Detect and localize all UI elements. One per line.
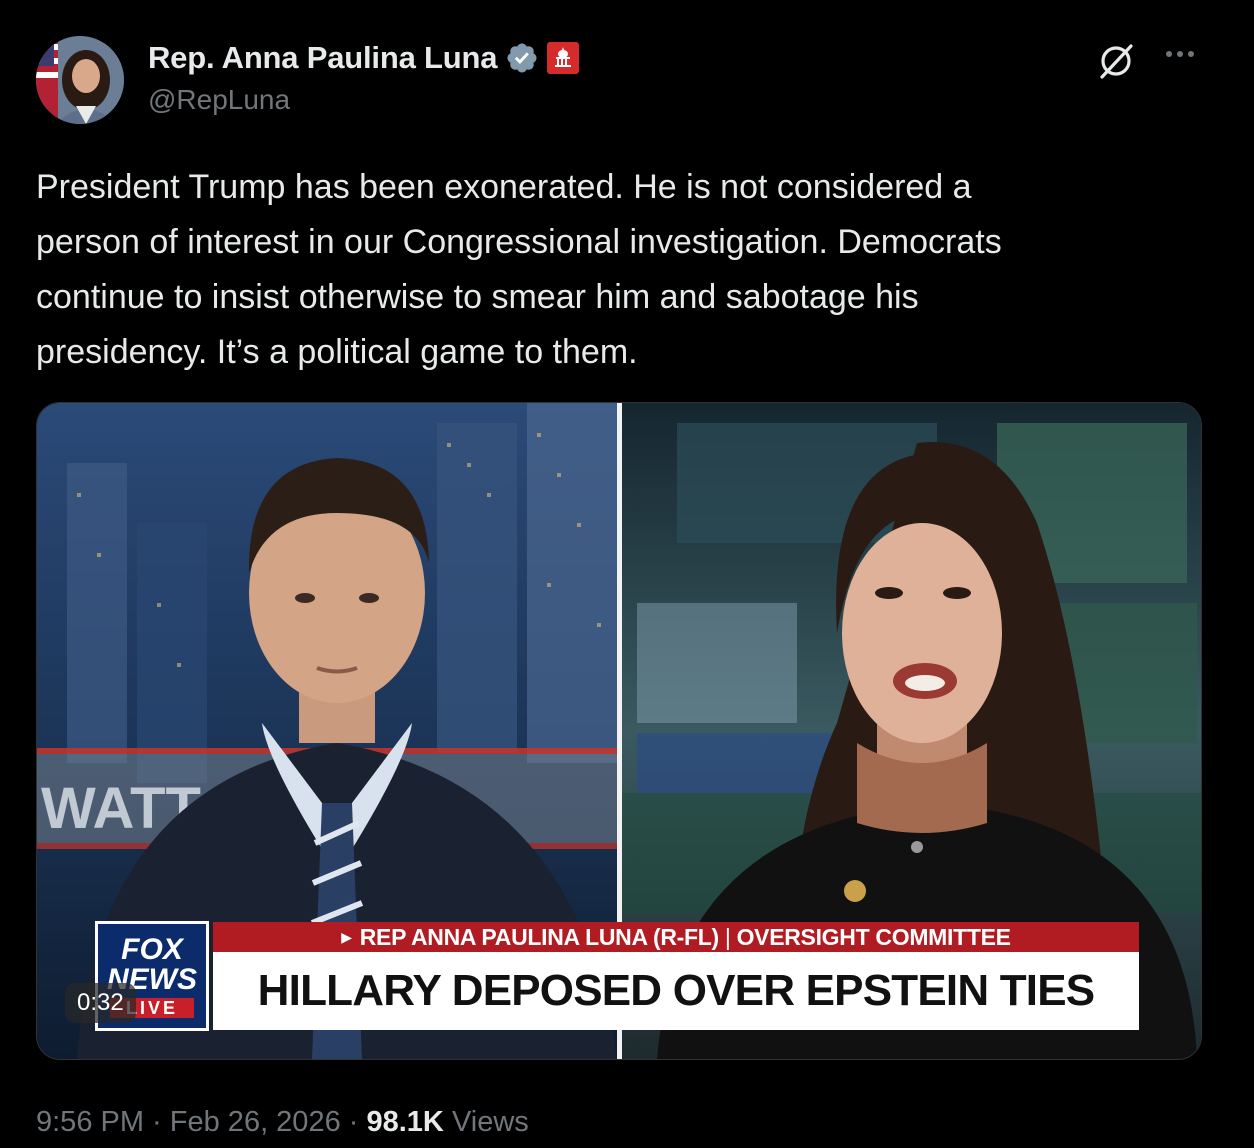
tweet: Rep. Anna Paulina Luna @RepLuna Presiden…	[0, 0, 1254, 1148]
tweet-text: President Trump has been exonerated. He …	[36, 168, 1002, 371]
author-name-row: Rep. Anna Paulina Luna	[148, 38, 580, 78]
chyron-role: OVERSIGHT COMMITTEE	[736, 923, 1011, 950]
chyron-separator: |	[724, 923, 731, 950]
chyron-name: REP ANNA PAULINA LUNA (R-FL)	[359, 923, 719, 950]
meta-separator: ·	[144, 1105, 170, 1138]
grok-icon[interactable]	[1095, 40, 1137, 82]
tweet-date[interactable]: Feb 26, 2026	[170, 1106, 341, 1139]
video-player[interactable]: WATT FOX NEWS LIVE ▶ REP ANNA PAULINA LU…	[36, 402, 1202, 1060]
chyron-arrow-icon: ▶	[341, 928, 352, 945]
tweet-meta: 9:56 PM · Feb 26, 2026 · 98.1K Views	[36, 1100, 529, 1144]
meta-separator: ·	[340, 1105, 367, 1138]
tweet-time[interactable]: 9:56 PM	[36, 1106, 144, 1139]
video-duration-badge: 0:32	[65, 983, 136, 1023]
chyron-subtitle: ▶ REP ANNA PAULINA LUNA (R-FL) | OVERSIG…	[213, 922, 1139, 952]
author-avatar[interactable]	[36, 36, 124, 124]
chyron-headline: HILLARY DEPOSED OVER EPSTEIN TIES	[213, 952, 1139, 1030]
author-handle[interactable]: @RepLuna	[148, 84, 290, 116]
views-count[interactable]: 98.1K	[366, 1106, 443, 1139]
more-options-icon[interactable]	[1160, 44, 1200, 64]
verified-badge-icon[interactable]	[505, 41, 539, 75]
logo-line-1: FOX	[121, 932, 183, 966]
views-label: Views	[451, 1105, 529, 1138]
capitol-gov-badge-icon[interactable]	[547, 42, 580, 74]
author-display-name[interactable]: Rep. Anna Paulina Luna	[148, 40, 497, 76]
